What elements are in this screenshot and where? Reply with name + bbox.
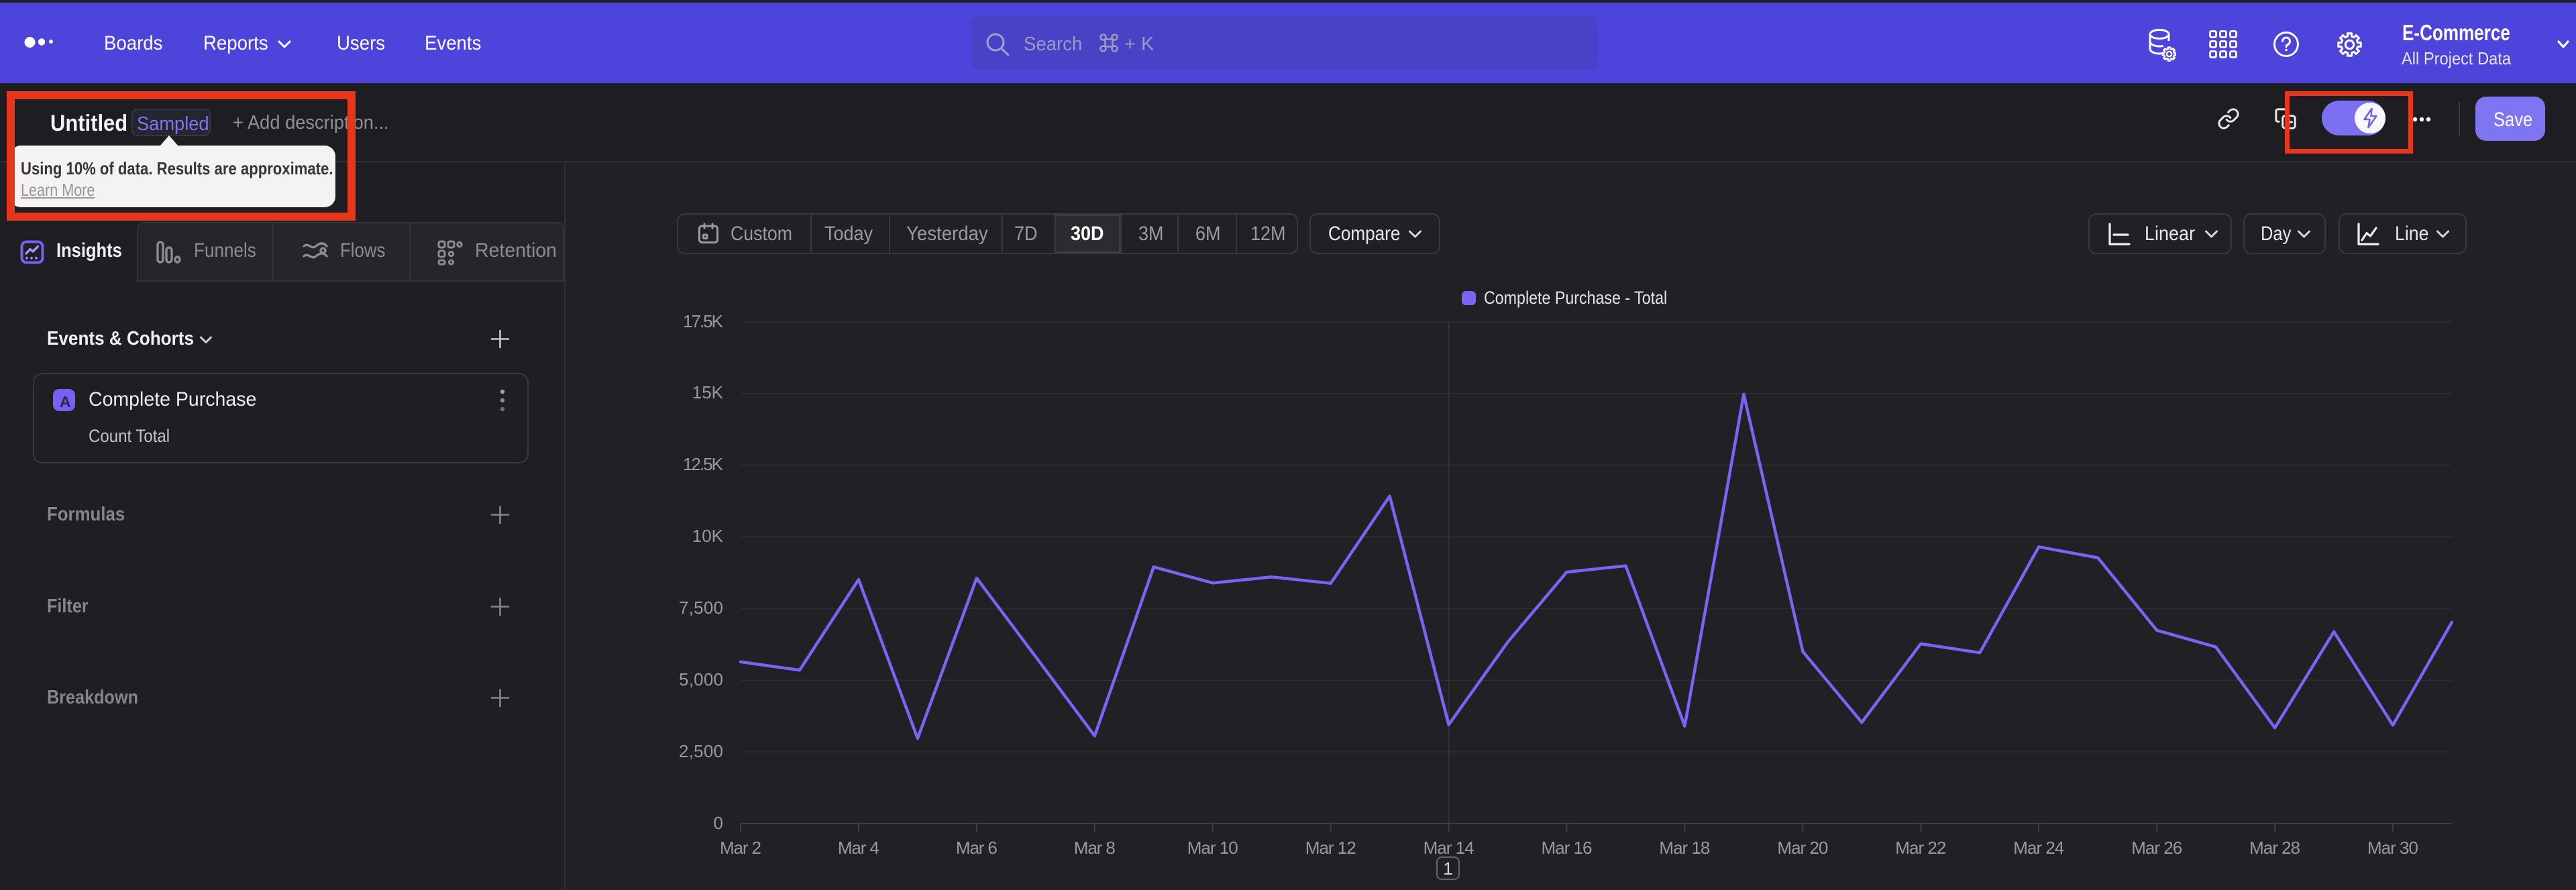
svg-text:Mar 16: Mar 16 <box>1542 838 1593 858</box>
svg-text:Mar 10: Mar 10 <box>1187 838 1238 858</box>
svg-text:17.5K: 17.5K <box>683 311 724 331</box>
svg-text:2,500: 2,500 <box>679 741 723 761</box>
svg-text:Mar 20: Mar 20 <box>1777 838 1828 858</box>
svg-text:Mar 26: Mar 26 <box>2131 838 2182 858</box>
svg-text:7,500: 7,500 <box>679 598 723 618</box>
svg-text:Mar 30: Mar 30 <box>2367 838 2418 858</box>
svg-text:10K: 10K <box>692 526 724 546</box>
svg-text:Mar 12: Mar 12 <box>1305 838 1356 858</box>
svg-text:Mar 24: Mar 24 <box>2013 838 2064 858</box>
svg-text:Mar 8: Mar 8 <box>1074 838 1116 858</box>
svg-text:Mar 2: Mar 2 <box>720 838 761 858</box>
svg-text:Mar 28: Mar 28 <box>2249 838 2300 858</box>
svg-text:5,000: 5,000 <box>679 669 723 689</box>
svg-text:15K: 15K <box>692 382 724 402</box>
svg-text:Mar 4: Mar 4 <box>838 838 879 858</box>
svg-text:Mar 6: Mar 6 <box>956 838 998 858</box>
svg-text:Mar 18: Mar 18 <box>1659 838 1710 858</box>
svg-text:Mar 14: Mar 14 <box>1424 838 1474 858</box>
svg-text:Mar 22: Mar 22 <box>1895 838 1946 858</box>
svg-text:0: 0 <box>714 813 723 833</box>
svg-text:12.5K: 12.5K <box>683 454 724 474</box>
